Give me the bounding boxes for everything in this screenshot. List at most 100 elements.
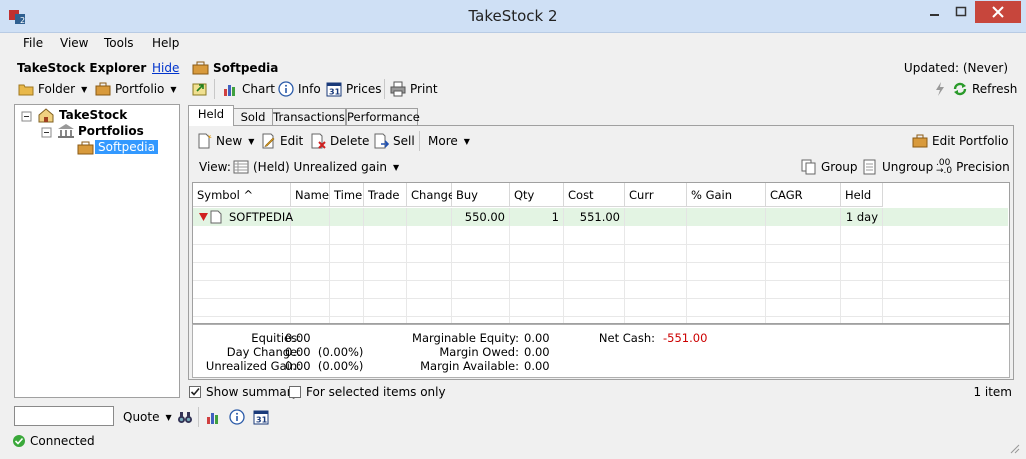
edit-portfolio-button[interactable]: Edit Portfolio [912, 131, 1008, 151]
table-cell-cagr [766, 208, 841, 226]
net-cash-label: Net Cash: [598, 331, 655, 345]
grid-line [563, 226, 564, 323]
portfolio-name: Softpedia [213, 61, 279, 75]
portfolio-button[interactable]: Portfolio ▼ [95, 79, 177, 99]
calendar-icon: 31 [326, 82, 342, 97]
edit-button[interactable]: Edit [260, 131, 303, 151]
folder-button[interactable]: Folder ▼ [18, 79, 87, 99]
window-title: TakeStock 2 [468, 7, 558, 25]
quote-search-input[interactable] [14, 406, 114, 426]
grid-line [193, 280, 1009, 281]
selected-items-checkbox[interactable] [289, 386, 301, 398]
status-bar: Connected [0, 430, 1026, 459]
quote-button[interactable]: Quote ▼ [123, 407, 172, 427]
column-header[interactable]: Curr Value [625, 183, 687, 226]
table-cell-gain [687, 208, 766, 226]
tab-held[interactable]: Held [188, 105, 234, 126]
grid-line [290, 226, 291, 323]
menu-tools[interactable]: Tools [104, 36, 134, 50]
tab-sold[interactable]: Sold [233, 108, 273, 125]
menu-help[interactable]: Help [152, 36, 179, 50]
updated-status: Updated: (Never) [903, 61, 1008, 75]
chart-icon [224, 85, 235, 96]
delete-button[interactable]: Delete [310, 131, 369, 151]
table-cell-qty-held: 1 [510, 208, 564, 226]
svg-text:31: 31 [256, 416, 268, 425]
tree-root[interactable]: TakeStock [59, 108, 127, 122]
table-cell-name [291, 208, 330, 226]
tab-performance[interactable]: Performance [346, 108, 420, 125]
quote-info-button[interactable] [229, 407, 245, 427]
quote-prices-button[interactable]: 31 [253, 407, 269, 427]
column-header[interactable]: Symbol ^ [193, 183, 291, 207]
column-header[interactable]: Trade [364, 183, 407, 207]
menu-view[interactable]: View [60, 36, 88, 50]
margin-available-label: Margin Available: [420, 359, 519, 373]
column-header[interactable]: Time [330, 183, 364, 207]
find-button[interactable] [177, 407, 193, 427]
column-header[interactable]: Cost Basis [564, 183, 625, 226]
new-document-icon [198, 133, 212, 149]
column-header[interactable]: Name [291, 183, 330, 207]
grid-line [451, 226, 452, 323]
show-summary-checkbox[interactable] [189, 386, 201, 398]
hide-link[interactable]: Hide [152, 61, 179, 75]
minimize-button[interactable] [921, 1, 947, 23]
resize-grip-icon[interactable] [1008, 442, 1020, 454]
collapse-icon[interactable] [41, 127, 53, 139]
maximize-button[interactable] [948, 1, 974, 23]
marginable-equity-value: 0.00 [524, 331, 550, 345]
sell-button[interactable]: Sell [373, 131, 415, 151]
more-button[interactable]: More ▼ [428, 131, 470, 151]
grid-line [329, 226, 330, 323]
connected-icon [13, 435, 25, 447]
marginable-equity-label: Marginable Equity: [412, 331, 519, 345]
grid-line [882, 226, 883, 323]
holdings-table[interactable]: Symbol ^NameTimeTradeChangeBuy PriceQty … [192, 182, 1010, 324]
chart-button[interactable]: Chart [222, 79, 275, 99]
prices-button[interactable]: 31 Prices [326, 79, 382, 99]
selected-items-label: For selected items only [306, 385, 446, 399]
briefcase-icon [192, 61, 209, 75]
column-header[interactable]: Held [841, 183, 883, 207]
column-header[interactable]: Change [407, 183, 455, 207]
refresh-button[interactable]: Refresh [932, 79, 1017, 99]
quote-chart-button[interactable] [205, 407, 221, 427]
info-button[interactable]: Info [278, 79, 321, 99]
tab-transactions[interactable]: Transactions [272, 108, 346, 125]
folder-icon [18, 84, 34, 96]
table-cell-buy-price: 550.00 [452, 208, 510, 226]
briefcase-icon [912, 134, 928, 148]
view-selector[interactable]: (Held) Unrealized gain ▼ [233, 157, 399, 177]
grid-line [686, 226, 687, 323]
tree-portfolios[interactable]: Portfolios [78, 124, 144, 138]
grid-line [765, 226, 766, 323]
checkmark-icon [190, 387, 200, 396]
ungroup-button[interactable]: Ungroup [862, 157, 933, 177]
column-header[interactable]: Buy Price [452, 183, 510, 226]
day-change-value: 0.00 (0.00%) [285, 345, 364, 359]
grid-line [406, 226, 407, 323]
export-button[interactable] [192, 79, 208, 99]
tree-selected-portfolio[interactable]: Softpedia [95, 140, 158, 154]
close-button[interactable] [975, 1, 1021, 23]
print-button[interactable]: Print [390, 79, 438, 99]
precision-button[interactable]: .00 →.0 Precision [936, 157, 1010, 177]
collapse-icon[interactable] [21, 111, 33, 123]
column-header[interactable]: % Gain (+Div) [687, 183, 766, 226]
menu-bar: File View Tools Help [0, 33, 1026, 53]
maximize-icon [955, 6, 967, 17]
explorer-tree[interactable]: TakeStock Portfolios Softpedia [14, 104, 180, 398]
column-header[interactable]: Qty Held [510, 183, 564, 226]
lightning-icon [936, 82, 944, 96]
menu-file[interactable]: File [23, 36, 43, 50]
new-button[interactable]: New ▼ [196, 131, 254, 151]
down-arrow-icon [199, 213, 208, 221]
svg-text:31: 31 [329, 88, 341, 97]
group-icon [801, 159, 816, 175]
grid-line [193, 262, 1009, 263]
group-button[interactable]: Group [801, 157, 858, 177]
column-header[interactable]: CAGR (+Div) [766, 183, 841, 226]
table-cell-time [330, 208, 364, 226]
grid-line [193, 244, 1009, 245]
